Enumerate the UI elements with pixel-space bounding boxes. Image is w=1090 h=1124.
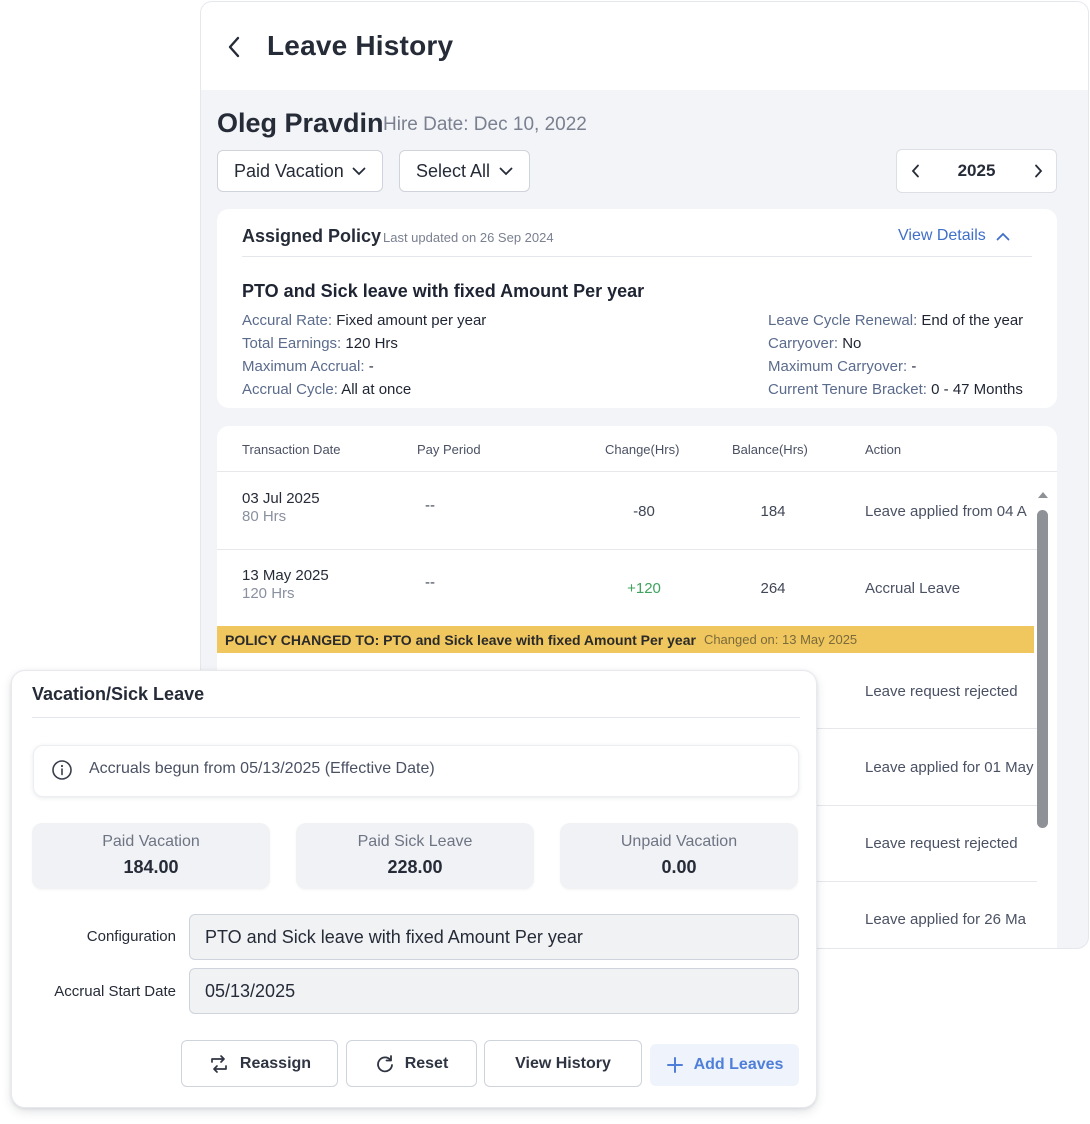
page-title: Leave History (267, 30, 454, 61)
divider (217, 471, 1057, 472)
balance-paid-sick-leave: Paid Sick Leave 228.00 (296, 823, 534, 889)
row-action: Accrual Leave (865, 580, 961, 597)
policy-detail: Leave Cycle Renewal: End of the year (768, 312, 1024, 329)
reassign-icon (211, 1054, 227, 1073)
divider (242, 256, 1032, 257)
stat-value: 228.00 (387, 857, 443, 877)
plus-icon (666, 1057, 683, 1073)
balance-paid-vacation: Paid Vacation 184.00 (32, 823, 270, 889)
row-pay-period: -- (425, 574, 435, 591)
row-hours: 80 Hrs (242, 508, 287, 525)
policy-detail: Total Earnings: 120 Hrs (242, 335, 398, 352)
column-header-pay-period[interactable]: Pay Period (417, 442, 481, 457)
leave-type-value: Paid Vacation (234, 160, 344, 181)
chevron-left-icon (228, 36, 240, 58)
reset-label: Reset (404, 1054, 449, 1072)
next-year-button[interactable] (1020, 150, 1056, 192)
view-history-button[interactable]: View History (484, 1040, 642, 1087)
year-value: 2025 (957, 161, 996, 180)
row-action: Leave applied for 01 May (865, 759, 1034, 776)
scroll-up-arrow-icon[interactable] (1037, 490, 1049, 499)
accrual-start-date-label: Accrual Start Date (54, 983, 176, 1000)
refresh-icon (376, 1054, 393, 1072)
row-balance: 184 (760, 503, 786, 520)
hire-date: Hire Date: Dec 10, 2022 (383, 114, 587, 135)
policy-card-title: Assigned Policy (242, 226, 382, 246)
add-leaves-button[interactable]: Add Leaves (650, 1044, 799, 1086)
banner-text: POLICY CHANGED TO: PTO and Sick leave wi… (225, 631, 696, 648)
accrual-info-text: Accruals begun from 05/13/2025 (Effectiv… (89, 760, 435, 777)
add-leaves-label: Add Leaves (693, 1056, 784, 1073)
assigned-policy-card: Assigned Policy Last updated on 26 Sep 2… (217, 209, 1057, 408)
banner-date: Changed on: 13 May 2025 (703, 632, 858, 647)
policy-detail: Accural Rate: Fixed amount per year (242, 312, 487, 329)
row-action: Leave applied from 04 A (865, 503, 1027, 520)
configuration-field[interactable]: PTO and Sick leave with fixed Amount Per… (189, 914, 799, 960)
stat-value: 184.00 (123, 857, 179, 877)
chevron-up-icon (996, 232, 1010, 240)
row-balance: 264 (760, 580, 786, 597)
scrollbar-thumb[interactable] (1037, 510, 1048, 828)
divider (32, 717, 800, 718)
stat-label: Unpaid Vacation (620, 833, 738, 850)
column-header-change[interactable]: Change(Hrs) (605, 442, 679, 457)
policy-updated: Last updated on 26 Sep 2024 (383, 230, 554, 245)
card-title: Vacation/Sick Leave (32, 684, 205, 704)
reset-button[interactable]: Reset (346, 1040, 477, 1087)
year-navigator: 2025 (896, 149, 1057, 193)
policy-detail: Maximum Accrual: - (242, 358, 374, 375)
policy-detail: Maximum Carryover: - (768, 358, 917, 375)
divider (217, 549, 1037, 550)
stat-label: Paid Sick Leave (357, 833, 473, 850)
status-value: Select All (416, 160, 491, 181)
chevron-down-icon (352, 167, 366, 176)
chevron-right-icon (1034, 164, 1042, 178)
policy-name: PTO and Sick leave with fixed Amount Per… (242, 281, 645, 301)
policy-details-left: Accural Rate: Fixed amount per year Tota… (242, 309, 486, 401)
prev-year-button[interactable] (897, 150, 933, 192)
status-select[interactable]: Select All (399, 150, 530, 192)
column-header-action[interactable]: Action (865, 442, 901, 457)
stat-value: 0.00 (661, 857, 697, 877)
back-button[interactable] (221, 30, 247, 64)
row-action: Leave request rejected (865, 683, 1018, 700)
column-header-balance[interactable]: Balance(Hrs) (732, 442, 808, 457)
chevron-left-icon (911, 164, 919, 178)
employee-name: Oleg Pravdin (217, 108, 384, 138)
row-action: Leave applied for 26 Ma (865, 911, 1026, 928)
accrual-start-date-field[interactable]: 05/13/2025 (189, 968, 799, 1014)
row-hours: 120 Hrs (242, 585, 295, 602)
row-pay-period: -- (425, 497, 435, 514)
top-bar: Leave History (201, 2, 1088, 90)
accrual-start-date-value: 05/13/2025 (205, 980, 296, 1001)
policy-detail: Carryover: No (768, 335, 862, 352)
view-history-label: View History (515, 1054, 611, 1072)
accrual-info-box: Accruals begun from 05/13/2025 (Effectiv… (33, 745, 799, 797)
policy-details-right: Leave Cycle Renewal: End of the year Car… (768, 309, 1023, 401)
policy-detail: Current Tenure Bracket: 0 - 47 Months (768, 381, 1023, 398)
vacation-sick-leave-card: Vacation/Sick Leave Accruals begun from … (11, 670, 817, 1108)
leave-type-select[interactable]: Paid Vacation (217, 150, 383, 192)
column-header-transaction-date[interactable]: Transaction Date (242, 442, 341, 457)
row-date: 13 May 2025 (242, 567, 329, 584)
row-date: 03 Jul 2025 (242, 490, 320, 507)
vertical-scrollbar[interactable] (1035, 490, 1049, 948)
chevron-down-icon (499, 167, 513, 176)
info-icon (52, 760, 72, 780)
policy-change-banner: POLICY CHANGED TO: PTO and Sick leave wi… (217, 626, 1034, 653)
row-change: -80 (633, 503, 655, 520)
row-change: +120 (627, 580, 661, 597)
policy-detail: Accrual Cycle: All at once (242, 381, 412, 398)
reassign-label: Reassign (239, 1054, 312, 1072)
row-action: Leave request rejected (865, 835, 1018, 852)
configuration-label: Configuration (86, 928, 176, 945)
balance-unpaid-vacation: Unpaid Vacation 0.00 (560, 823, 798, 889)
stat-label: Paid Vacation (102, 833, 200, 850)
reassign-button[interactable]: Reassign (181, 1040, 338, 1087)
view-details-link[interactable]: View Details (898, 227, 1010, 245)
view-details-label: View Details (898, 227, 986, 244)
configuration-value: PTO and Sick leave with fixed Amount Per… (205, 926, 583, 947)
